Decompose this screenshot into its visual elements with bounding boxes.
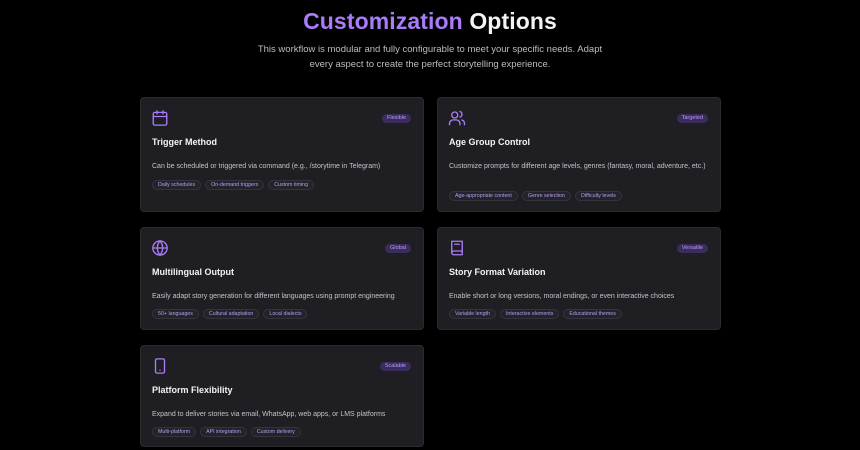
page-subtitle-line-2: every aspect to create the perfect story… xyxy=(309,58,551,70)
card-description: Customize prompts for different age leve… xyxy=(449,163,706,170)
globe-icon xyxy=(151,239,169,257)
card-title: Multilingual Output xyxy=(152,267,234,277)
card-title: Platform Flexibility xyxy=(152,385,233,395)
page-title-rest: Options xyxy=(462,8,557,34)
card-story-format-variation: Versatile Story Format Variation Enable … xyxy=(437,227,721,330)
users-icon xyxy=(448,109,466,127)
book-icon xyxy=(448,239,466,257)
tag: On-demand triggers xyxy=(205,180,265,190)
tag: Interactive elements xyxy=(499,309,560,319)
tag-list: Age-appropriate content Genre selection … xyxy=(449,191,622,201)
tag: Age-appropriate content xyxy=(449,191,518,201)
status-badge: Versatile xyxy=(676,244,708,253)
tag: Custom delivery xyxy=(250,427,301,437)
card-age-group-control: Targeted Age Group Control Customize pro… xyxy=(437,97,721,212)
tag: Variable length xyxy=(449,309,496,319)
smartphone-icon xyxy=(151,357,169,375)
tag: Genre selection xyxy=(521,191,571,201)
status-badge: Global xyxy=(385,244,411,253)
tag: Educational themes xyxy=(563,309,622,319)
card-trigger-method: Flexible Trigger Method Can be scheduled… xyxy=(140,97,424,212)
card-description: Expand to deliver stories via email, Wha… xyxy=(152,411,386,418)
tag-list: 50+ languages Cultural adaptation Local … xyxy=(152,309,308,319)
tag: Difficulty levels xyxy=(574,191,622,201)
tag: Daily schedules xyxy=(152,180,202,190)
tag: Cultural adaptation xyxy=(202,309,260,319)
tag: API integration xyxy=(200,427,247,437)
card-platform-flexibility: Scalable Platform Flexibility Expand to … xyxy=(140,345,424,447)
card-description: Enable short or long versions, moral end… xyxy=(449,293,675,300)
card-description: Easily adapt story generation for differ… xyxy=(152,293,395,300)
page-title: Customization Options xyxy=(0,8,860,35)
page-subtitle: This workflow is modular and fully confi… xyxy=(0,43,860,72)
page-subtitle-line-1: This workflow is modular and fully confi… xyxy=(257,44,603,55)
tag: Custom timing xyxy=(268,180,315,190)
card-title: Age Group Control xyxy=(449,137,530,147)
calendar-icon xyxy=(151,109,169,127)
tag-list: Daily schedules On-demand triggers Custo… xyxy=(152,180,315,190)
tag: Multi-platform xyxy=(152,427,197,437)
card-description: Can be scheduled or triggered via comman… xyxy=(152,163,381,170)
tag: Local dialects xyxy=(263,309,308,319)
card-title: Story Format Variation xyxy=(449,267,546,277)
tag-list: Variable length Interactive elements Edu… xyxy=(449,309,622,319)
status-badge: Scalable xyxy=(379,362,411,371)
card-title: Trigger Method xyxy=(152,137,217,147)
page-title-accent: Customization xyxy=(303,8,463,34)
status-badge: Targeted xyxy=(676,114,708,123)
status-badge: Flexible xyxy=(382,114,411,123)
card-multilingual-output: Global Multilingual Output Easily adapt … xyxy=(140,227,424,330)
tag-list: Multi-platform API integration Custom de… xyxy=(152,427,301,437)
tag: 50+ languages xyxy=(152,309,199,319)
